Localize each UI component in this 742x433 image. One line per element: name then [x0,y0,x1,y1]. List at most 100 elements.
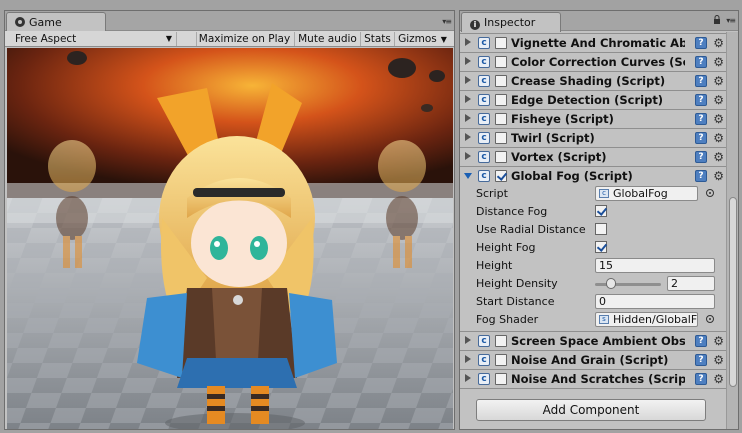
help-icon[interactable]: ? [695,151,707,163]
help-icon[interactable]: ? [695,354,707,366]
gear-icon[interactable]: ⚙ [713,131,724,145]
foldout-arrow-icon[interactable] [465,133,471,141]
lock-icon[interactable] [713,15,721,24]
object-picker-icon[interactable] [706,189,714,197]
help-icon[interactable]: ? [695,37,707,49]
foldout-arrow-icon[interactable] [465,76,471,84]
csharp-script-icon: c [599,189,609,198]
csharp-script-icon: c [478,75,490,87]
prop-label: Height [476,259,513,272]
component-fisheye[interactable]: c Fisheye (Script) ? ⚙ [460,109,728,128]
component-global-fog[interactable]: c Global Fog (Script) ? ⚙ [460,166,728,185]
component-enabled-checkbox[interactable] [495,75,507,87]
gear-icon[interactable]: ⚙ [713,93,724,107]
component-twirl[interactable]: c Twirl (Script) ? ⚙ [460,128,728,147]
component-enabled-checkbox[interactable] [495,37,507,49]
script-object-field[interactable]: c GlobalFog [595,186,698,201]
gear-icon[interactable]: ⚙ [713,150,724,164]
script-value: GlobalFog [613,187,668,200]
component-color-correction-curves[interactable]: c Color Correction Curves (Script) ? ⚙ [460,52,728,71]
fog-shader-object-field[interactable]: s Hidden/GlobalFog [595,312,698,327]
tab-menu-icon[interactable]: ▾≡ [442,17,452,26]
help-icon[interactable]: ? [695,113,707,125]
tab-game-label: Game [29,16,62,29]
component-enabled-checkbox[interactable] [495,170,507,182]
component-noise-and-grain[interactable]: c Noise And Grain (Script) ? ⚙ [460,350,728,369]
help-icon[interactable]: ? [695,75,707,87]
component-enabled-checkbox[interactable] [495,94,507,106]
help-icon[interactable]: ? [695,335,707,347]
component-enabled-checkbox[interactable] [495,151,507,163]
prop-label: Height Density [476,277,558,290]
help-icon[interactable]: ? [695,170,707,182]
gear-icon[interactable]: ⚙ [713,334,724,348]
tab-game[interactable]: Game [6,12,106,32]
component-crease-shading[interactable]: c Crease Shading (Script) ? ⚙ [460,71,728,90]
inspector-panel: i Inspector ▾≡ c Vignette And Chromatic A… [459,10,739,430]
component-title: Vortex (Script) [511,150,607,164]
foldout-arrow-icon[interactable] [465,114,471,122]
scrollbar-thumb[interactable] [729,197,737,387]
component-edge-detection[interactable]: c Edge Detection (Script) ? ⚙ [460,90,728,109]
foldout-arrow-icon[interactable] [464,173,472,179]
aspect-dropdown[interactable]: Free Aspect ▼ [11,32,177,46]
component-enabled-checkbox[interactable] [495,113,507,125]
help-icon[interactable]: ? [695,132,707,144]
slider-thumb[interactable] [606,278,617,289]
distance-fog-checkbox[interactable] [595,205,607,217]
foldout-arrow-icon[interactable] [465,57,471,65]
component-title: Color Correction Curves (Script) [511,55,685,69]
component-screen-space-ambient-obscurance[interactable]: c Screen Space Ambient Obscurance (Scrip… [460,331,728,350]
component-enabled-checkbox[interactable] [495,132,507,144]
tab-inspector[interactable]: i Inspector [461,12,561,32]
foldout-arrow-icon[interactable] [465,95,471,103]
stats-button[interactable]: Stats [360,32,394,46]
component-vortex[interactable]: c Vortex (Script) ? ⚙ [460,147,728,166]
help-icon[interactable]: ? [695,373,707,385]
gear-icon[interactable]: ⚙ [713,372,724,386]
component-title: Screen Space Ambient Obscurance (Script) [511,334,685,348]
gizmos-label: Gizmos [398,33,437,45]
gear-icon[interactable]: ⚙ [713,74,724,88]
gear-icon[interactable]: ⚙ [713,55,724,69]
prop-fog-shader: Fog Shader s Hidden/GlobalFog [476,311,728,329]
start-distance-input[interactable]: 0 [595,294,715,309]
gear-icon[interactable]: ⚙ [713,353,724,367]
game-viewport[interactable] [7,48,453,429]
prop-height-density: Height Density 2 [476,275,728,293]
height-density-slider[interactable] [595,283,661,286]
help-icon[interactable]: ? [695,56,707,68]
component-enabled-checkbox[interactable] [495,373,507,385]
foldout-arrow-icon[interactable] [465,38,471,46]
use-radial-distance-checkbox[interactable] [595,223,607,235]
foldout-arrow-icon[interactable] [465,152,471,160]
gear-icon[interactable]: ⚙ [713,169,724,183]
gizmos-button[interactable]: Gizmos ▼ [394,32,450,46]
maximize-on-play-button[interactable]: Maximize on Play [196,32,292,46]
gear-icon[interactable]: ⚙ [713,112,724,126]
mute-audio-button[interactable]: Mute audio [294,32,360,46]
prop-label: Start Distance [476,295,555,308]
component-enabled-checkbox[interactable] [495,354,507,366]
component-enabled-checkbox[interactable] [495,56,507,68]
add-component-button[interactable]: Add Component [476,399,706,421]
component-vignette[interactable]: c Vignette And Chromatic Aberration (Scr… [460,33,728,52]
component-noise-and-scratches[interactable]: c Noise And Scratches (Script) ? ⚙ [460,369,728,388]
csharp-script-icon: c [478,151,490,163]
inspector-menu-icon[interactable]: ▾≡ [726,16,736,25]
foldout-arrow-icon[interactable] [465,374,471,382]
gear-icon[interactable]: ⚙ [713,36,724,50]
inspector-scrollbar[interactable] [726,32,738,429]
inspector-body: c Vignette And Chromatic Aberration (Scr… [460,32,728,429]
component-enabled-checkbox[interactable] [495,335,507,347]
object-picker-icon[interactable] [706,315,714,323]
foldout-arrow-icon[interactable] [465,336,471,344]
foldout-arrow-icon[interactable] [465,355,471,363]
height-input[interactable]: 15 [595,258,715,273]
prop-label: Fog Shader [476,313,539,326]
height-density-input[interactable]: 2 [667,276,715,291]
height-fog-checkbox[interactable] [595,241,607,253]
csharp-script-icon: c [478,56,490,68]
help-icon[interactable]: ? [695,94,707,106]
csharp-script-icon: c [478,373,490,385]
